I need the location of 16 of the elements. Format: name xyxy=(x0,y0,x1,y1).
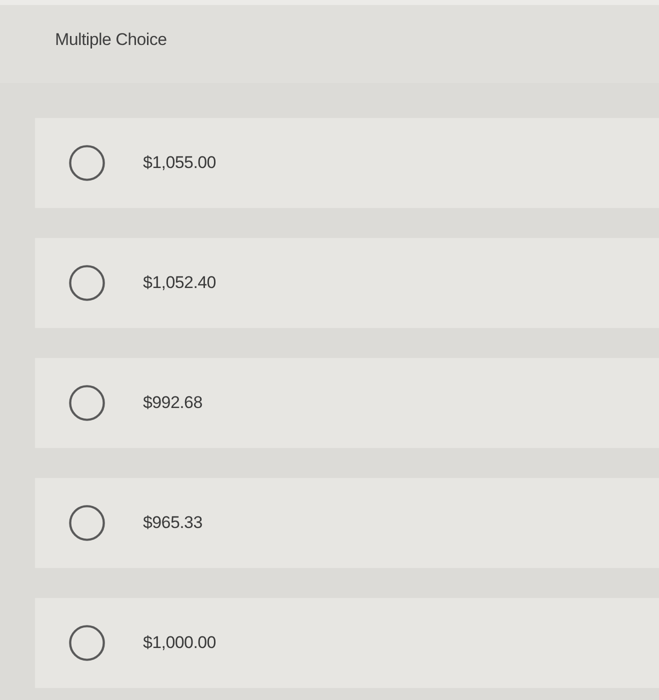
answer-option-row[interactable]: $1,052.40 xyxy=(35,238,659,328)
radio-button[interactable] xyxy=(69,145,105,181)
radio-button[interactable] xyxy=(69,505,105,541)
answer-option-row[interactable]: $965.33 xyxy=(35,478,659,568)
answer-text: $1,052.40 xyxy=(143,273,216,293)
radio-button[interactable] xyxy=(69,265,105,301)
question-type-label: Multiple Choice xyxy=(55,30,167,49)
answer-text: $1,055.00 xyxy=(143,153,216,173)
answer-text: $965.33 xyxy=(143,513,202,533)
answer-option-row[interactable]: $1,055.00 xyxy=(35,118,659,208)
answer-option-row[interactable]: $992.68 xyxy=(35,358,659,448)
answer-text: $992.68 xyxy=(143,393,202,413)
answer-text: $1,000.00 xyxy=(143,633,216,653)
radio-button[interactable] xyxy=(69,625,105,661)
radio-button[interactable] xyxy=(69,385,105,421)
answer-option-row[interactable]: $1,000.00 xyxy=(35,598,659,688)
